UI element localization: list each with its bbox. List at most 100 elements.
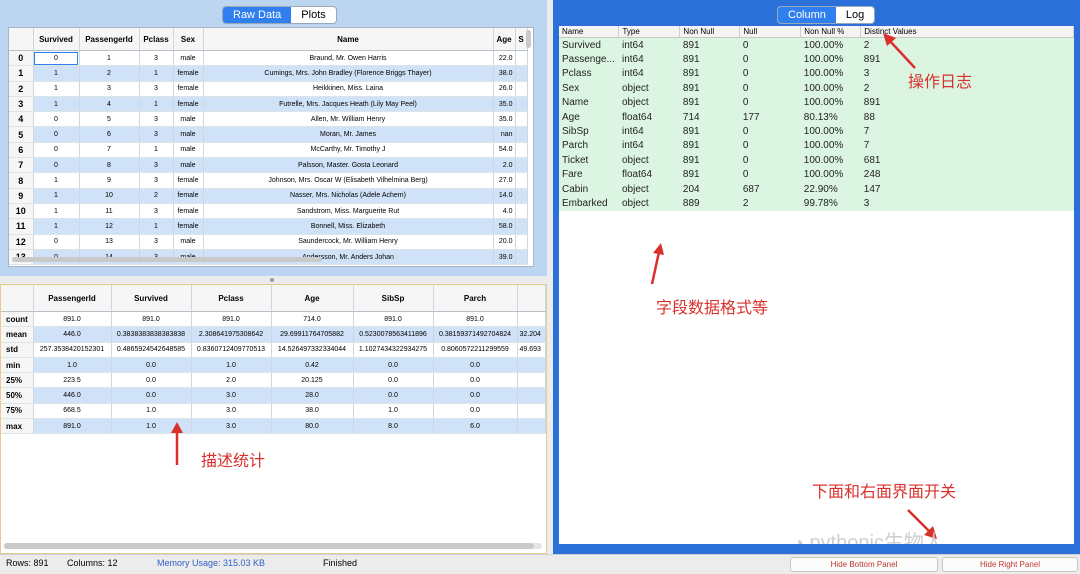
column-info-row[interactable]: Survived int64 891 0 100.00% 2	[559, 37, 1074, 53]
raw-header-cell[interactable]: Name	[203, 28, 494, 51]
describe-cell[interactable]: 446.0	[33, 387, 112, 404]
describe-cell[interactable]: 1.0	[191, 357, 272, 374]
column-info-cell[interactable]: 100.00%	[800, 81, 861, 96]
column-info-grid[interactable]: Name Type Non Null Null Non Null % Distinct V…	[559, 26, 1074, 544]
describe-scroll-thumb[interactable]	[4, 543, 534, 549]
raw-cell[interactable]: 3	[139, 126, 174, 143]
describe-cell[interactable]	[517, 372, 546, 389]
describe-cell[interactable]: 2.308641975308642	[191, 326, 272, 343]
describe-cell[interactable]: 29.69911764705882	[271, 326, 354, 343]
column-info-cell[interactable]: 0	[739, 81, 801, 96]
column-info-cell[interactable]: int64	[618, 66, 680, 82]
raw-cell[interactable]	[515, 81, 528, 97]
raw-row[interactable]: 4 0 5 3 male Allen, Mr. William Henry 35.0	[9, 111, 528, 128]
raw-row-index[interactable]: 0	[9, 50, 34, 67]
raw-cell[interactable]: female	[173, 96, 204, 113]
raw-cell[interactable]: Bonnell, Miss. Elizabeth	[203, 218, 494, 235]
column-info-cell[interactable]: 99.78%	[800, 196, 861, 211]
raw-cell[interactable]: Sandstrom, Miss. Marguerite Rut	[203, 203, 494, 220]
column-info-cell[interactable]: 891	[679, 95, 740, 110]
raw-cell[interactable]: 13	[79, 234, 140, 250]
raw-row-index[interactable]: 11	[9, 218, 34, 235]
describe-row[interactable]: 75% 668.5 1.0 3.0 38.0 1.0 0.0	[1, 403, 546, 420]
describe-header-cell[interactable]: PassengerId	[33, 285, 112, 312]
raw-cell[interactable]: 10	[79, 188, 140, 204]
raw-cell[interactable]: Heikkinen, Miss. Laina	[203, 81, 494, 97]
raw-cell[interactable]: 8	[79, 157, 140, 174]
raw-cell[interactable]: Nasser, Mrs. Nicholas (Adele Achem)	[203, 188, 494, 204]
raw-cell[interactable]	[515, 157, 528, 174]
column-info-cell[interactable]: 100.00%	[800, 138, 861, 154]
raw-row-index[interactable]: 12	[9, 234, 34, 250]
raw-row[interactable]: 7 0 8 3 male Palsson, Master. Gosta Leonard 2.…	[9, 157, 528, 174]
raw-cell[interactable]: 9	[79, 172, 140, 189]
column-info-cell[interactable]: int64	[618, 37, 680, 53]
raw-cell[interactable]: 22.0	[493, 50, 516, 67]
describe-cell[interactable]: 8.0	[353, 418, 434, 435]
describe-cell[interactable]: 1.0	[33, 357, 112, 374]
describe-row[interactable]: std 257.3538420152301 0.4865924542648585 0.…	[1, 342, 546, 358]
describe-header-cell[interactable]: Survived	[111, 285, 192, 312]
describe-cell[interactable]: 0.0	[353, 372, 434, 389]
column-info-cell[interactable]: 2	[739, 196, 801, 211]
raw-cell[interactable]: 1	[79, 50, 140, 67]
column-info-cell[interactable]: int64	[618, 124, 680, 139]
column-info-cell[interactable]: 0	[739, 52, 801, 67]
raw-header-cell[interactable]: Pclass	[139, 28, 174, 51]
describe-cell[interactable]: 0.8060572211299559	[433, 342, 518, 358]
column-info-cell[interactable]: 177	[739, 109, 801, 125]
raw-cell[interactable]: Futrelle, Mrs. Jacques Heath (Lily May P…	[203, 96, 494, 113]
column-info-cell[interactable]: 0	[739, 66, 801, 82]
raw-scroll-thumb[interactable]	[12, 257, 322, 262]
raw-row[interactable]: 12 0 13 3 male Saundercock, Mr. William Henry…	[9, 234, 528, 250]
column-info-header-cell[interactable]: Type	[618, 26, 681, 38]
raw-cell[interactable]: male	[173, 157, 204, 174]
column-info-row[interactable]: Sex object 891 0 100.00% 2	[559, 81, 1074, 96]
raw-cell[interactable]: female	[173, 203, 204, 220]
column-info-cell[interactable]: 891	[679, 124, 740, 139]
column-info-row[interactable]: Cabin object 204 687 22.90% 147	[559, 181, 1074, 197]
column-info-cell[interactable]: 147	[860, 181, 1074, 197]
describe-header-cell[interactable]: Parch	[433, 285, 518, 312]
describe-header-cell[interactable]: Pclass	[191, 285, 272, 312]
describe-header-cell[interactable]	[1, 285, 34, 312]
column-info-cell[interactable]: 100.00%	[800, 95, 861, 110]
raw-cell[interactable]: 27.0	[493, 172, 516, 189]
describe-cell[interactable]	[517, 357, 546, 374]
column-info-cell[interactable]: 22.90%	[800, 181, 861, 197]
column-info-cell[interactable]: 80.13%	[800, 109, 861, 125]
raw-cell[interactable]: 5	[79, 111, 140, 128]
describe-cell[interactable]: 2.0	[191, 372, 272, 389]
raw-cell[interactable]: male	[173, 126, 204, 143]
column-info-row[interactable]: Age float64 714 177 80.13% 88	[559, 109, 1074, 125]
column-info-cell[interactable]: Fare	[559, 167, 619, 182]
describe-cell[interactable]: 0.0	[433, 357, 518, 374]
raw-cell[interactable]	[515, 142, 528, 159]
column-info-header-cell[interactable]: Null	[739, 26, 802, 38]
raw-cell[interactable]: female	[173, 81, 204, 97]
column-info-cell[interactable]: Cabin	[559, 181, 619, 197]
raw-row-index[interactable]: 8	[9, 172, 34, 189]
column-info-cell[interactable]: int64	[618, 138, 680, 154]
describe-cell[interactable]: 0.3838383838383838	[111, 326, 192, 343]
raw-header-cell[interactable]	[9, 28, 34, 51]
raw-cell[interactable]	[515, 96, 528, 113]
raw-header-cell[interactable]: Sex	[173, 28, 204, 51]
column-info-cell[interactable]: 0	[739, 37, 801, 53]
describe-row[interactable]: 25% 223.5 0.0 2.0 20.125 0.0 0.0	[1, 372, 546, 389]
raw-cell[interactable]: female	[173, 65, 204, 82]
column-info-cell[interactable]: 889	[679, 196, 740, 211]
raw-cell[interactable]: 20.0	[493, 234, 516, 250]
raw-header-cell[interactable]: Survived	[33, 28, 80, 51]
describe-row-index[interactable]: count	[1, 311, 34, 328]
raw-cell[interactable]: nan	[493, 126, 516, 143]
hide-right-panel-button[interactable]: Hide Right Panel	[942, 557, 1078, 572]
raw-cell[interactable]	[515, 203, 528, 220]
tab-column[interactable]: Column	[778, 7, 836, 23]
raw-cell[interactable]: female	[173, 188, 204, 204]
column-info-cell[interactable]: int64	[618, 52, 680, 67]
raw-row[interactable]: 6 0 7 1 male McCarthy, Mr. Timothy J 54.0	[9, 142, 528, 159]
column-info-cell[interactable]: 0	[739, 95, 801, 110]
describe-cell[interactable]: 3.0	[191, 403, 272, 420]
column-info-cell[interactable]: 891	[679, 66, 740, 82]
